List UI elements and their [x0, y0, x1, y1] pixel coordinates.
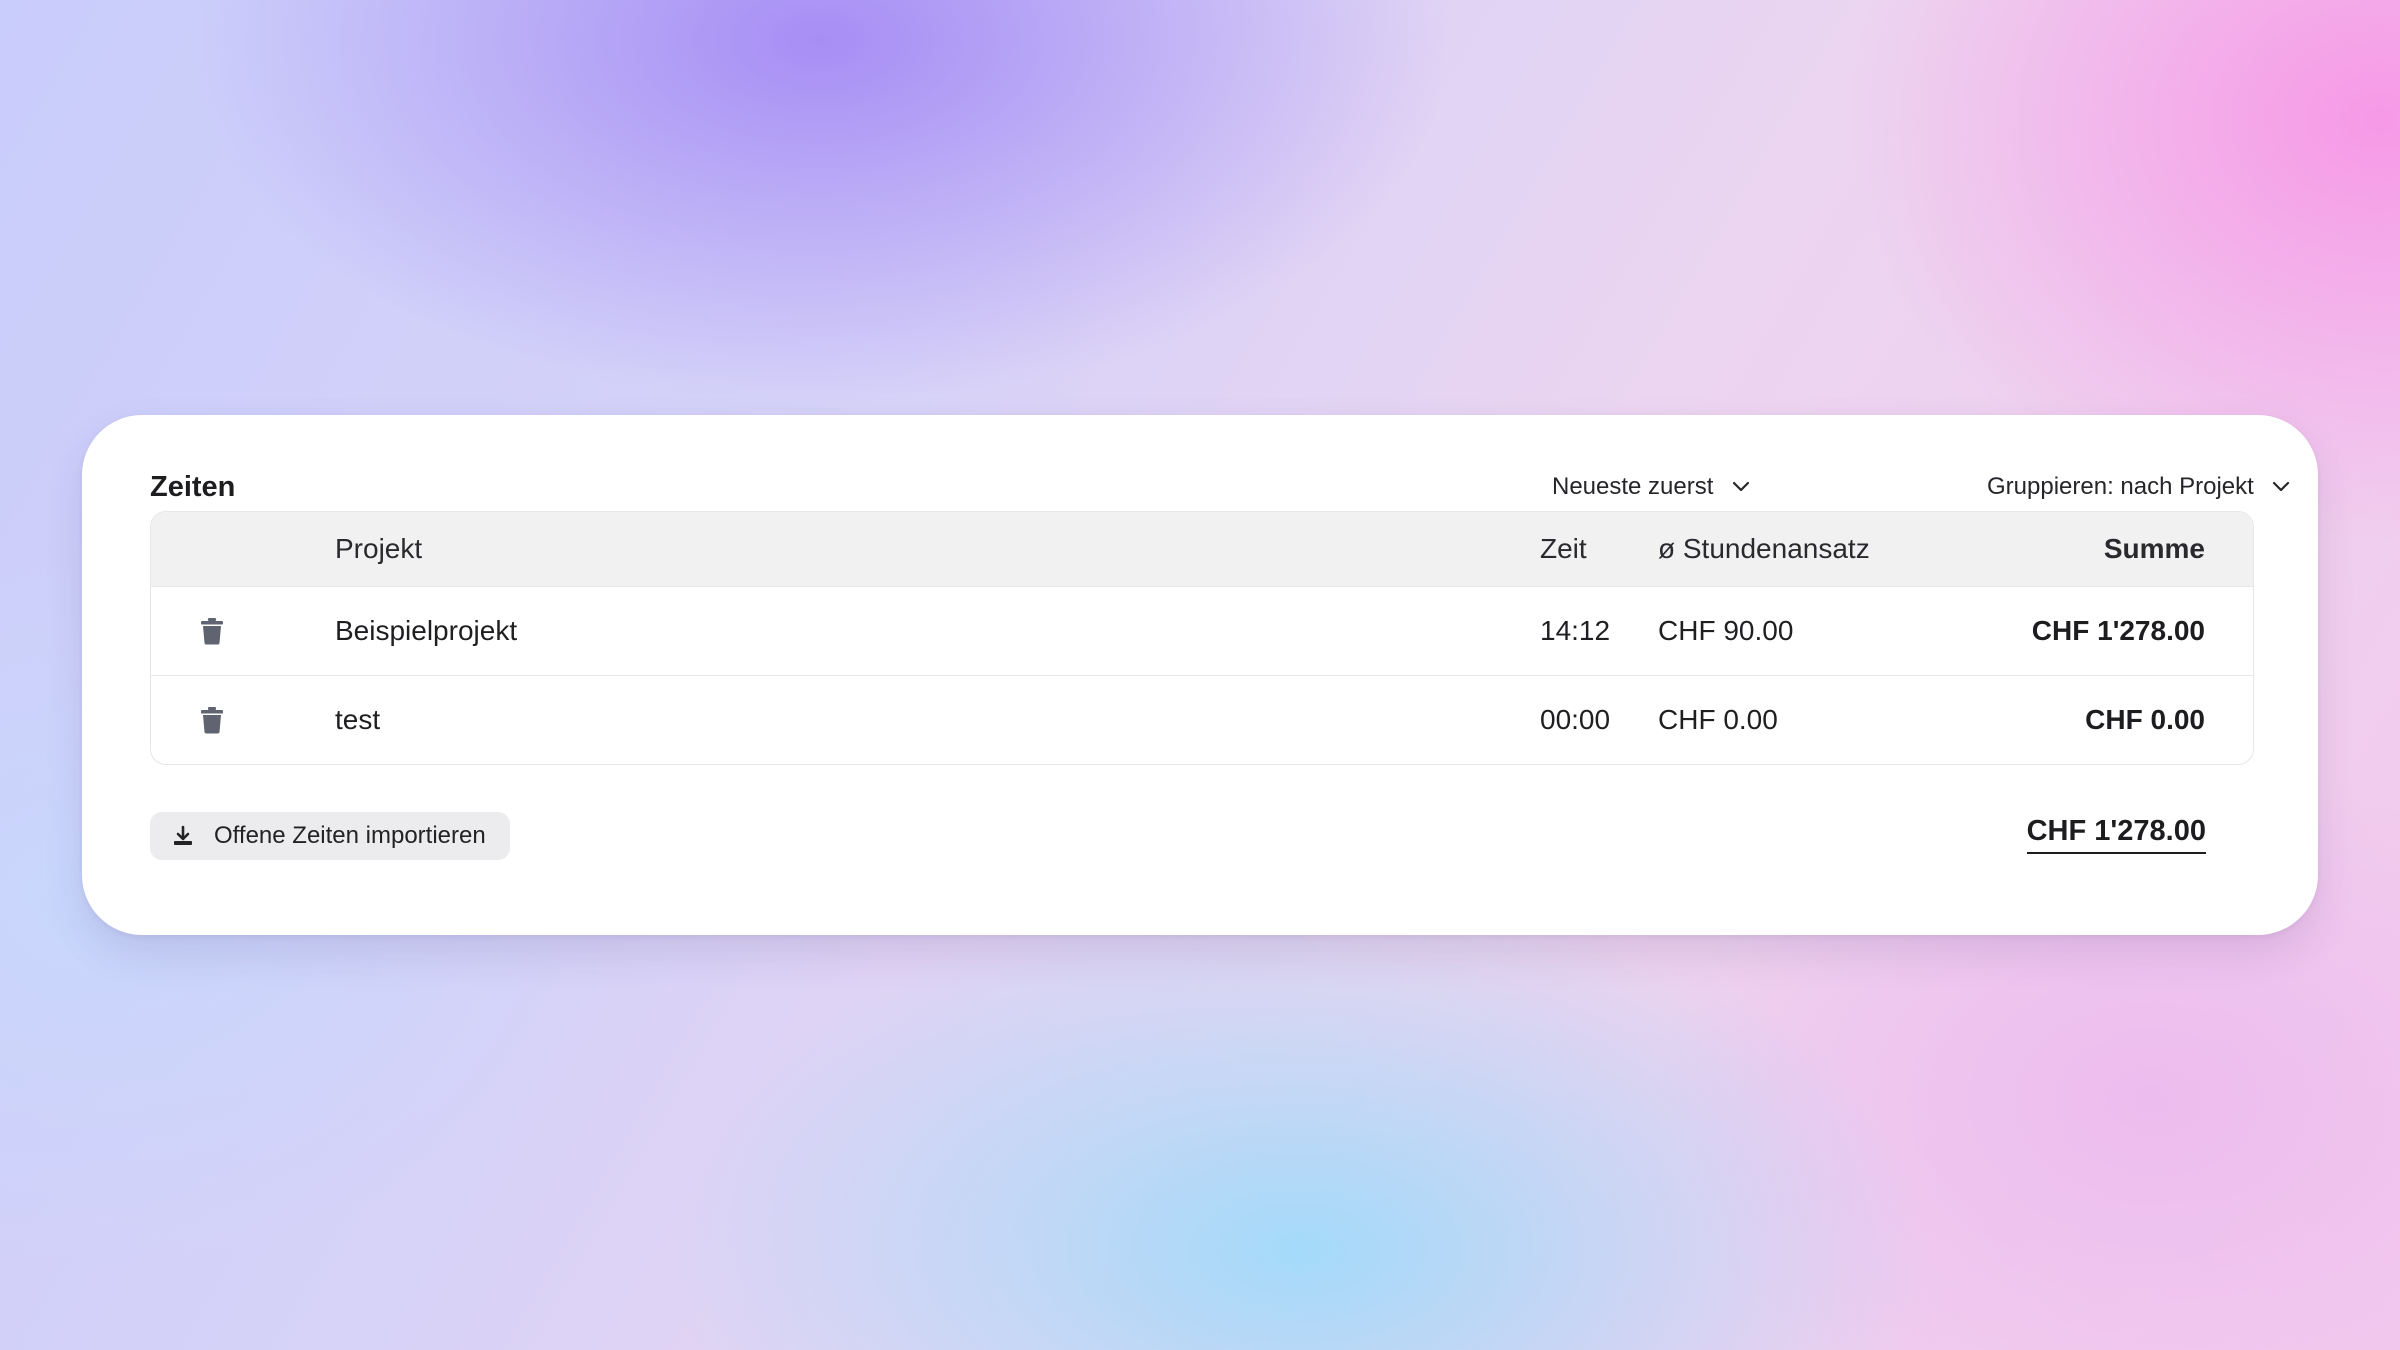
import-open-times-button[interactable]: Offene Zeiten importieren [150, 812, 510, 860]
card-title: Zeiten [150, 471, 236, 503]
sort-dropdown[interactable]: Neueste zuerst [1552, 467, 1750, 507]
row-rate: CHF 90.00 [1658, 615, 1794, 646]
chevron-down-icon [1732, 466, 1750, 506]
table-row: test 00:00 CHF 0.00 CHF 0.00 [151, 675, 2253, 764]
trash-icon[interactable] [197, 676, 227, 764]
row-rate: CHF 0.00 [1658, 704, 1778, 735]
table-header-row: Projekt Zeit ø Stundenansatz Summe [151, 512, 2253, 586]
row-time: 00:00 [1540, 704, 1611, 735]
trash-icon[interactable] [197, 587, 227, 675]
row-project: test [335, 704, 381, 735]
download-icon [172, 825, 194, 847]
row-sum: CHF 1'278.00 [2031, 615, 2205, 646]
column-header-sum: Summe [2103, 533, 2205, 564]
row-sum: CHF 0.00 [2085, 704, 2205, 735]
table-row: Beispielprojekt 14:12 CHF 90.00 CHF 1'27… [151, 586, 2253, 675]
column-header-rate: ø Stundenansatz [1658, 533, 1870, 564]
sort-dropdown-label: Neueste zuerst [1552, 473, 1714, 500]
import-button-label: Offene Zeiten importieren [214, 822, 486, 849]
card-header: Zeiten Neueste zuerst Gruppieren: nach P… [150, 467, 2290, 507]
row-project: Beispielprojekt [335, 615, 518, 646]
group-dropdown[interactable]: Gruppieren: nach Projekt [1987, 467, 2290, 507]
times-table: Projekt Zeit ø Stundenansatz Summe Beisp… [150, 511, 2254, 765]
times-card: Zeiten Neueste zuerst Gruppieren: nach P… [82, 415, 2318, 935]
row-time: 14:12 [1540, 615, 1611, 646]
column-header-time: Zeit [1540, 533, 1587, 564]
grand-total: CHF 1'278.00 [2026, 815, 2206, 854]
column-header-project: Projekt [335, 533, 423, 564]
group-dropdown-label: Gruppieren: nach Projekt [1987, 473, 2254, 500]
chevron-down-icon [2272, 466, 2290, 506]
